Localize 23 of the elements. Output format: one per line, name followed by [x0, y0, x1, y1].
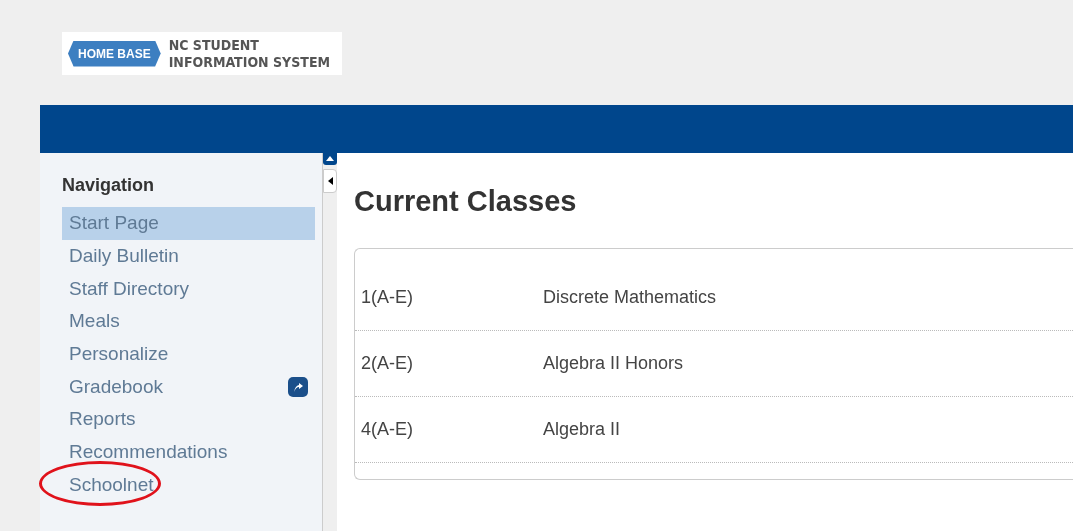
- nav-item[interactable]: Recommendations: [62, 435, 315, 469]
- launch-icon[interactable]: [288, 376, 308, 397]
- nav-item[interactable]: Schoolnet: [62, 468, 315, 502]
- nav-item[interactable]: Staff Directory: [62, 272, 315, 306]
- nav-item[interactable]: Reports: [62, 403, 315, 436]
- class-link[interactable]: Algebra II: [543, 419, 621, 440]
- logo-text: INFORMATION SYSTEM: [168, 53, 331, 71]
- class-link[interactable]: Discrete Mathematics: [543, 287, 717, 308]
- nav-item[interactable]: Personalize: [62, 337, 315, 371]
- period-text: 1(A-E): [360, 287, 414, 308]
- period-text: 2(A-E): [360, 353, 414, 374]
- page-title: Current Classes: [354, 185, 578, 218]
- nav-item[interactable]: Start Page: [62, 207, 315, 240]
- class-link[interactable]: Algebra II Honors: [543, 353, 684, 374]
- period-text: 4(A-E): [360, 419, 414, 440]
- logo-text: NC STUDENT: [168, 36, 260, 54]
- logo-badge: HOME BASE: [68, 40, 161, 67]
- collapse-up-icon[interactable]: [323, 151, 337, 165]
- sidebar-title: Navigation: [62, 175, 155, 196]
- nav-item[interactable]: Meals: [62, 305, 315, 338]
- nav-item[interactable]: Daily Bulletin: [62, 239, 315, 273]
- nav-item[interactable]: Gradebook: [62, 370, 315, 404]
- collapse-left-icon[interactable]: [323, 169, 337, 193]
